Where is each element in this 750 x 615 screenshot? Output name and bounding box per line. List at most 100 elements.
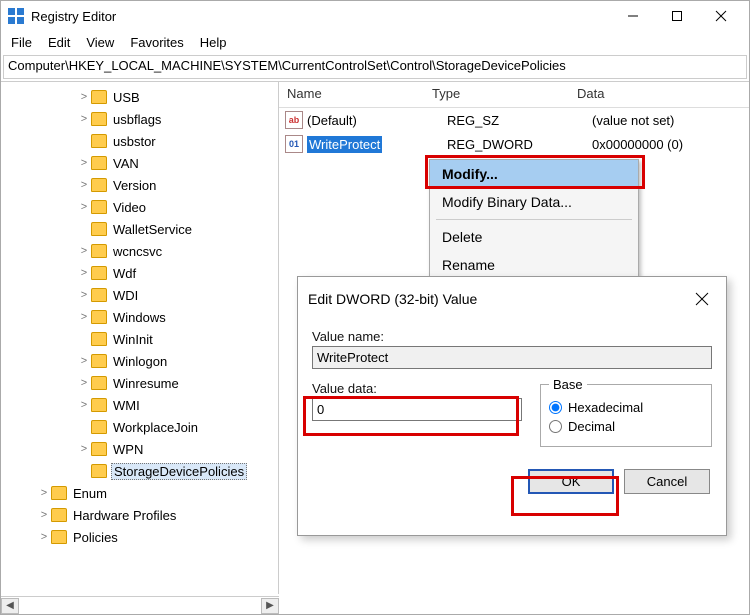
radio-hexadecimal-label: Hexadecimal [568, 400, 643, 415]
menu-file[interactable]: File [3, 33, 40, 52]
tree-item[interactable]: >Enum [1, 482, 278, 504]
tree-item[interactable]: >USB [1, 86, 278, 108]
tree-horizontal-scrollbar[interactable]: ◀ ▶ [1, 596, 279, 614]
tree-item-label: usbflags [111, 112, 163, 127]
expander-icon[interactable]: > [77, 377, 91, 389]
tree-item[interactable]: > Video [1, 196, 278, 218]
expander-icon[interactable]: > [77, 179, 91, 191]
value-data: (value not set) [592, 113, 749, 128]
tree-item[interactable]: > Winlogon [1, 350, 278, 372]
tree-item[interactable]: WorkplaceJoin [1, 416, 278, 438]
tree-item-label: Video [111, 200, 148, 215]
registry-editor-icon [7, 7, 25, 25]
tree-item[interactable]: >WDI [1, 284, 278, 306]
expander-icon[interactable]: > [77, 289, 91, 301]
folder-icon [91, 288, 107, 302]
expander-icon[interactable]: > [77, 311, 91, 323]
close-button[interactable] [699, 1, 743, 31]
tree-item[interactable]: > Wdf [1, 262, 278, 284]
menu-bar: File Edit View Favorites Help [1, 31, 749, 53]
maximize-button[interactable] [655, 1, 699, 31]
folder-icon [91, 112, 107, 126]
tree-item-label: Winresume [111, 376, 181, 391]
menu-view[interactable]: View [78, 33, 122, 52]
tree-item-label: Winlogon [111, 354, 169, 369]
minimize-button[interactable] [611, 1, 655, 31]
expander-icon[interactable]: > [77, 267, 91, 279]
value-data: 0x00000000 (0) [592, 137, 749, 152]
expander-icon[interactable]: > [77, 443, 91, 455]
context-menu-modify[interactable]: Modify... [430, 160, 638, 188]
column-data[interactable]: Data [577, 82, 749, 107]
tree-item-label: Wdf [111, 266, 138, 281]
dialog-title-bar: Edit DWORD (32-bit) Value [298, 277, 726, 321]
expander-icon[interactable]: > [77, 91, 91, 103]
tree-item-label: StorageDevicePolicies [111, 463, 247, 480]
expander-icon[interactable]: > [37, 487, 51, 499]
expander-icon[interactable]: > [77, 399, 91, 411]
expander-icon[interactable]: > [77, 201, 91, 213]
value-data-field[interactable] [312, 398, 522, 421]
folder-icon [91, 266, 107, 280]
column-name[interactable]: Name [287, 82, 432, 107]
dialog-close-button[interactable] [688, 285, 716, 313]
list-body: ab(Default)REG_SZ(value not set)01WriteP… [279, 108, 749, 156]
tree-item[interactable]: > usbflags [1, 108, 278, 130]
context-menu-modify-binary[interactable]: Modify Binary Data... [430, 188, 638, 216]
menu-edit[interactable]: Edit [40, 33, 78, 52]
folder-icon [91, 464, 107, 478]
expander-icon[interactable]: > [77, 355, 91, 367]
radio-decimal-input[interactable] [549, 420, 562, 433]
list-row[interactable]: 01WriteProtectREG_DWORD0x00000000 (0) [279, 132, 749, 156]
tree-item[interactable]: >WMI [1, 394, 278, 416]
tree-item[interactable]: >Hardware Profiles [1, 504, 278, 526]
tree-item-label: usbstor [111, 134, 158, 149]
tree-pane[interactable]: >USB>usbflagsusbstor>VAN>Version>VideoWa… [1, 82, 279, 594]
context-menu-separator [436, 219, 632, 220]
radio-hexadecimal-input[interactable] [549, 401, 562, 414]
scroll-right-icon[interactable]: ▶ [261, 598, 279, 614]
tree-item[interactable]: > Policies [1, 526, 278, 548]
context-menu-delete[interactable]: Delete [430, 223, 638, 251]
edit-dword-dialog: Edit DWORD (32-bit) Value Value name: Va… [297, 276, 727, 536]
folder-icon [51, 508, 67, 522]
tree-item[interactable]: usbstor [1, 130, 278, 152]
tree-item[interactable]: WalletService [1, 218, 278, 240]
window-title: Registry Editor [31, 9, 611, 24]
scroll-track[interactable] [19, 598, 261, 614]
tree-item[interactable]: >Version [1, 174, 278, 196]
value-data-label: Value data: [312, 381, 522, 396]
column-type[interactable]: Type [432, 82, 577, 107]
tree-item-label: Policies [71, 530, 120, 545]
tree-item[interactable]: >WPN [1, 438, 278, 460]
radio-decimal[interactable]: Decimal [549, 419, 703, 434]
folder-icon [91, 442, 107, 456]
expander-icon[interactable]: > [77, 245, 91, 257]
dialog-title: Edit DWORD (32-bit) Value [308, 291, 688, 307]
cancel-button[interactable]: Cancel [624, 469, 710, 494]
menu-help[interactable]: Help [192, 33, 235, 52]
ok-button[interactable]: OK [528, 469, 614, 494]
tree-item[interactable]: >Windows [1, 306, 278, 328]
folder-icon [91, 134, 107, 148]
tree-item-label: WinInit [111, 332, 155, 347]
folder-icon [91, 310, 107, 324]
value-name-field[interactable] [312, 346, 712, 369]
list-row[interactable]: ab(Default)REG_SZ(value not set) [279, 108, 749, 132]
scroll-left-icon[interactable]: ◀ [1, 598, 19, 614]
context-menu-rename[interactable]: Rename [430, 251, 638, 279]
expander-icon[interactable]: > [77, 113, 91, 125]
expander-icon[interactable]: > [77, 157, 91, 169]
tree-item[interactable]: >VAN [1, 152, 278, 174]
expander-icon[interactable]: > [37, 531, 51, 543]
tree-item[interactable]: > Winresume [1, 372, 278, 394]
tree-item[interactable]: StorageDevicePolicies [1, 460, 278, 482]
value-name-label: Value name: [312, 329, 712, 344]
menu-favorites[interactable]: Favorites [122, 33, 191, 52]
expander-icon[interactable]: > [37, 509, 51, 521]
tree-item[interactable]: >wcncsvc [1, 240, 278, 262]
radio-hexadecimal[interactable]: Hexadecimal [549, 400, 703, 415]
folder-icon [91, 178, 107, 192]
address-bar[interactable]: Computer\HKEY_LOCAL_MACHINE\SYSTEM\Curre… [3, 55, 747, 79]
tree-item[interactable]: WinInit [1, 328, 278, 350]
